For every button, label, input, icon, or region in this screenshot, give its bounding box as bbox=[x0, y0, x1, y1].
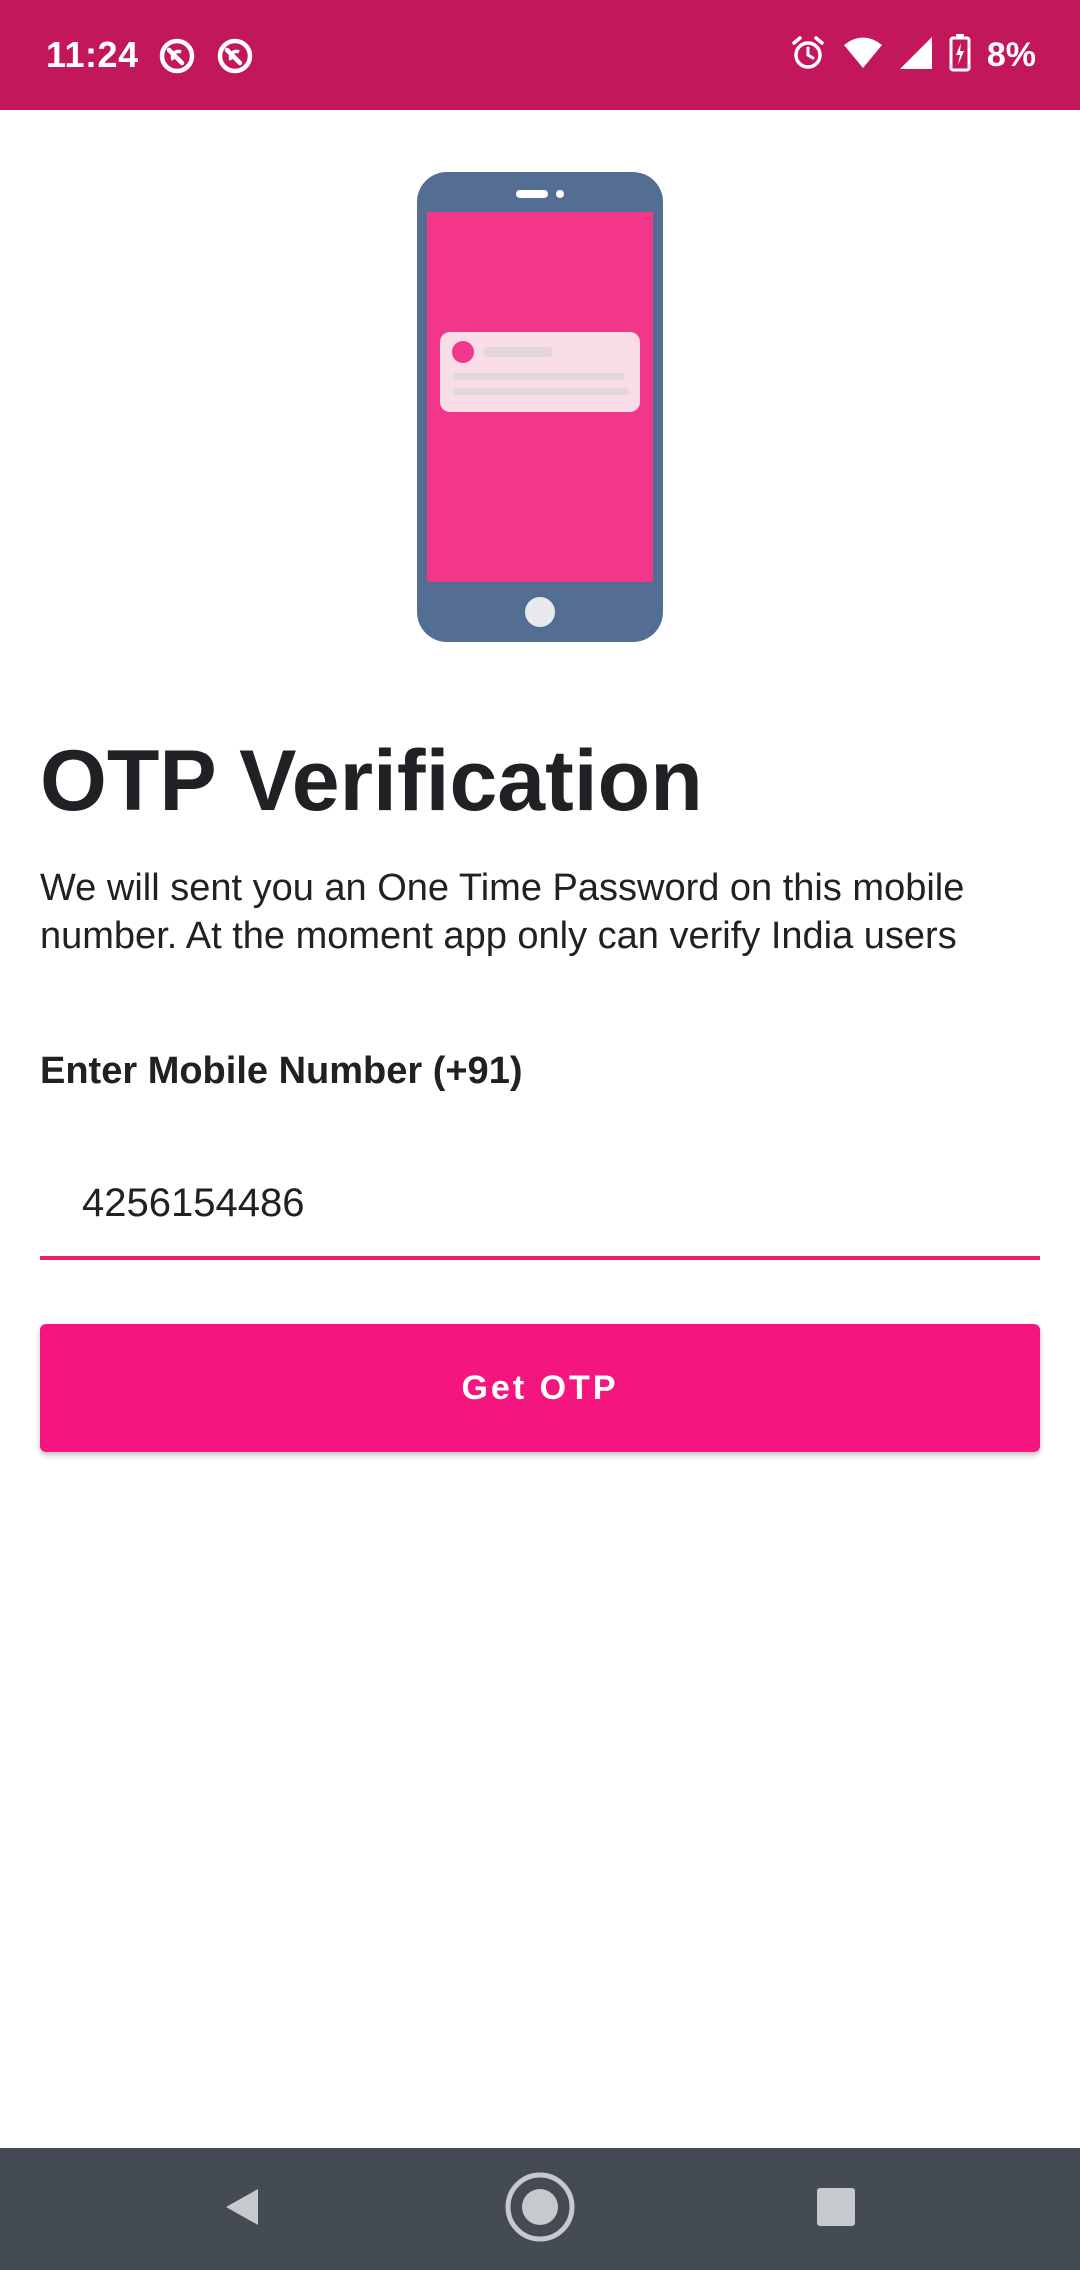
phone-notification-illustration bbox=[417, 172, 663, 642]
battery-percent: 8% bbox=[986, 36, 1036, 74]
mobile-number-label: Enter Mobile Number (+91) bbox=[40, 1050, 523, 1092]
otp-verification-screen: 11:24 8% OTP Verification We will sent y… bbox=[0, 0, 1080, 2270]
page-description: We will sent you an One Time Password on… bbox=[40, 867, 965, 957]
sync-icon bbox=[215, 36, 255, 81]
get-otp-button[interactable]: Get OTP bbox=[40, 1324, 1040, 1452]
recents-button[interactable] bbox=[796, 2172, 876, 2246]
battery-charging-icon bbox=[949, 34, 971, 77]
wifi-icon bbox=[843, 36, 883, 75]
home-icon bbox=[503, 2170, 577, 2249]
home-button[interactable] bbox=[500, 2172, 580, 2246]
page-title: OTP Verification bbox=[40, 733, 703, 829]
status-bar: 11:24 8% bbox=[0, 0, 1080, 110]
back-icon bbox=[220, 2185, 264, 2234]
recents-icon bbox=[816, 2187, 856, 2232]
status-time: 11:24 bbox=[46, 34, 139, 75]
mobile-number-input[interactable] bbox=[40, 1150, 1040, 1260]
navigation-bar bbox=[0, 2148, 1080, 2270]
status-right-icons: 8% bbox=[789, 34, 1036, 77]
sync-icon bbox=[157, 36, 197, 81]
status-left-icons bbox=[157, 36, 255, 81]
back-button[interactable] bbox=[202, 2172, 282, 2246]
cell-signal-icon bbox=[899, 36, 933, 75]
alarm-icon bbox=[789, 34, 827, 77]
